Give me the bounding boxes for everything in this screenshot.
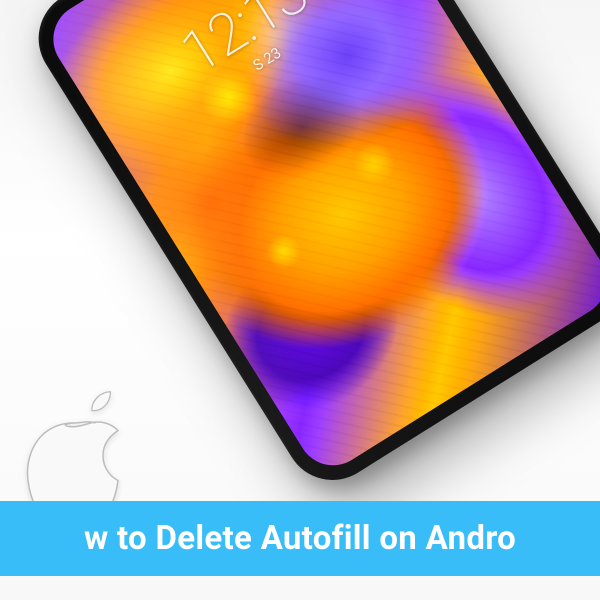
article-thumbnail: 12:13 S 23 w to Delete Autofill on Andro: [0, 0, 600, 600]
title-banner: w to Delete Autofill on Andro: [0, 501, 600, 576]
article-title: w to Delete Autofill on Andro: [0, 519, 600, 558]
